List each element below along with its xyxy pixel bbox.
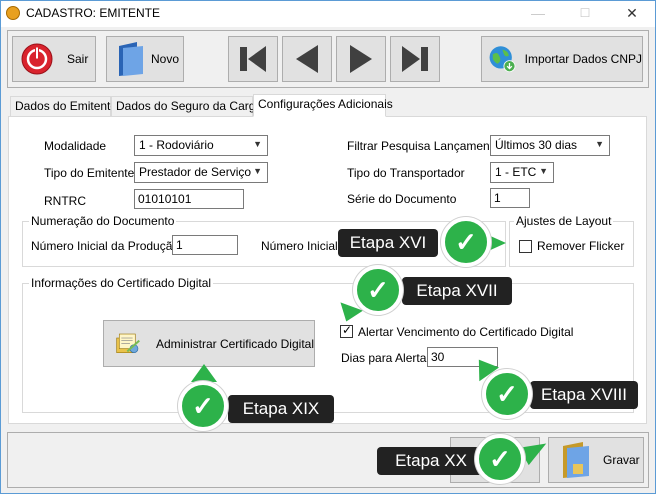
- minimize-button[interactable]: —: [518, 1, 558, 25]
- previous-icon: [296, 45, 318, 73]
- alertar-vencimento-checkbox[interactable]: [340, 323, 353, 338]
- tipo-emitente-value: Prestador de Serviço: [139, 165, 252, 179]
- chevron-down-icon: ▼: [595, 139, 604, 149]
- administrar-certificado-button[interactable]: Administrar Certificado Digital: [103, 320, 315, 367]
- skip-last-icon: [402, 46, 428, 72]
- novo-button[interactable]: Novo: [106, 36, 184, 82]
- callout-etapa-xix: Etapa XIX: [228, 395, 334, 423]
- chevron-down-icon: ▼: [539, 166, 548, 176]
- power-icon: [21, 43, 53, 75]
- rntrc-input[interactable]: 01010101: [134, 189, 244, 209]
- serie-input[interactable]: 1: [490, 188, 530, 208]
- modalidade-value: 1 - Rodoviário: [139, 138, 214, 152]
- folder-icon: [119, 42, 143, 76]
- tipo-transportador-select[interactable]: 1 - ETC ▼: [490, 162, 554, 183]
- first-record-button[interactable]: [228, 36, 278, 82]
- alertar-vencimento-label: Alertar Vencimento do Certificado Digita…: [358, 325, 574, 339]
- check-icon: ✓: [178, 381, 228, 431]
- certificate-icon: [116, 333, 140, 353]
- check-icon: ✓: [475, 434, 525, 484]
- remover-flicker-label: Remover Flicker: [537, 239, 625, 253]
- filtrar-select[interactable]: Últimos 30 dias ▼: [490, 135, 610, 156]
- inicial-producao-label: Número Inicial da Produção: [31, 239, 180, 253]
- window-title: CADASTRO: EMITENTE: [26, 6, 161, 20]
- gravar-button[interactable]: Gravar: [548, 437, 644, 483]
- gravar-label: Gravar: [603, 453, 640, 467]
- chevron-down-icon: ▼: [253, 166, 262, 176]
- next-icon: [350, 45, 372, 73]
- callout-etapa-xvii: Etapa XVII: [402, 277, 512, 305]
- tab-dados-seguro[interactable]: Dados do Seguro da Carga: [111, 96, 262, 116]
- globe-download-icon: [489, 46, 516, 73]
- tipo-emitente-select[interactable]: Prestador de Serviço ▼: [134, 162, 268, 183]
- modalidade-label: Modalidade: [44, 139, 107, 153]
- check-icon: ✓: [441, 217, 491, 267]
- certificado-title: Informações do Certificado Digital: [29, 276, 214, 290]
- serie-label: Série do Documento: [347, 192, 457, 206]
- sair-label: Sair: [67, 52, 89, 66]
- check-icon: ✓: [482, 369, 532, 419]
- administrar-label: Administrar Certificado Digital: [155, 336, 314, 351]
- inicial-producao-input[interactable]: 1: [172, 235, 238, 255]
- sair-button[interactable]: Sair: [12, 36, 96, 82]
- callout-etapa-xviii: Etapa XVIII: [530, 381, 638, 409]
- rntrc-label: RNTRC: [44, 194, 86, 208]
- numeracao-title: Numeração do Documento: [29, 214, 177, 228]
- skip-first-icon: [240, 46, 266, 72]
- tipo-emitente-label: Tipo do Emitente: [44, 166, 135, 180]
- next-record-button[interactable]: [336, 36, 386, 82]
- tipo-transportador-label: Tipo do Transportador: [347, 166, 465, 180]
- importar-cnpj-button[interactable]: Importar Dados CNPJ: [481, 36, 643, 82]
- tab-configuracoes-adicionais[interactable]: Configurações Adicionais: [253, 94, 393, 117]
- previous-record-button[interactable]: [282, 36, 332, 82]
- inicial-homologacao-label: Número Inicial d: [261, 239, 348, 253]
- importar-label: Importar Dados CNPJ: [524, 52, 642, 66]
- modalidade-select[interactable]: 1 - Rodoviário ▼: [134, 135, 268, 156]
- tipo-transportador-value: 1 - ETC: [495, 165, 537, 179]
- dias-alerta-label: Dias para Alerta: [341, 351, 427, 365]
- check-icon: ✓: [353, 265, 403, 315]
- last-record-button[interactable]: [390, 36, 440, 82]
- tab-dados-emitente[interactable]: Dados do Emitente: [10, 96, 117, 116]
- filtrar-label: Filtrar Pesquisa Lançamento: [347, 139, 500, 153]
- save-folder-icon: [563, 442, 589, 478]
- callout-etapa-xvi: Etapa XVI: [338, 229, 438, 257]
- callout-arrow-xix: [191, 364, 217, 382]
- filtrar-value: Últimos 30 dias: [495, 138, 578, 152]
- maximize-button[interactable]: ☐: [565, 1, 605, 25]
- app-icon: [6, 6, 20, 20]
- remover-flicker-checkbox[interactable]: [519, 240, 532, 253]
- novo-label: Novo: [151, 52, 180, 66]
- layout-title: Ajustes de Layout: [514, 214, 614, 228]
- close-button[interactable]: ✕: [612, 1, 652, 25]
- callout-etapa-xx: Etapa XX: [377, 447, 485, 475]
- chevron-down-icon: ▼: [253, 139, 262, 149]
